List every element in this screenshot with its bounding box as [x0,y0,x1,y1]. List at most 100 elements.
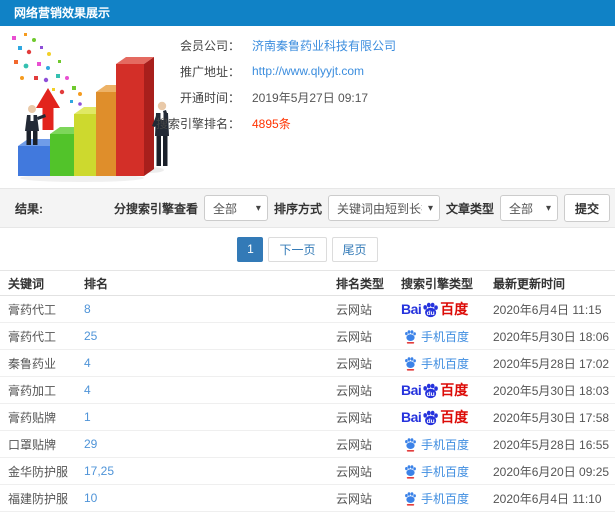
baidu-mobile-logo: 手机百度 [401,355,469,372]
engine-filter-label: 分搜索引擎查看 [113,201,198,216]
rank-type-cell: 云网站 [336,383,373,398]
rank-type-cell: 云网站 [336,491,373,506]
marketing-results-page: 网络营销效果展示 会员公司： 济南秦鲁药业科技有限公司 推广地址： http:/… [0,0,615,520]
next-page-button[interactable]: 下一页 [268,236,327,262]
last-page-button[interactable]: 尾页 [331,236,378,262]
table-row: 膏药贴牌 1 云网站 Bai du 百度 手机百度 2020年5月30日 17:… [0,404,615,431]
rank-link[interactable]: 17,25 [84,464,114,478]
svg-text:du: du [427,417,435,424]
baidu-pc-logo: Bai du 百度 [401,301,469,317]
baidu-mobile-logo: 手机百度 [401,436,469,453]
promo-url-link[interactable]: http://www.qlyyjt.com [252,64,364,78]
result-label: 结果: [15,201,43,216]
open-time-label: 开通时间： [179,90,240,105]
rank-type-cell: 云网站 [336,410,373,425]
filter-controls: 分搜索引擎查看 全部 ▾ 排序方式 关键词由短到长排序 ▾ 文章类型 全部 ▾ … [114,194,610,222]
page-titlebar: 网络营销效果展示 [0,0,615,26]
baidu-mobile-logo: 手机百度 [401,490,469,507]
keyword-cell: 秦鲁药业 [8,356,57,371]
table-header-row: 关键词 排名 排名类型 搜索引擎类型 最新更新时间 [0,270,615,296]
rank-link[interactable]: 8 [84,302,91,316]
rank-link[interactable]: 29 [84,437,97,451]
submit-button[interactable]: 提交 [563,194,610,222]
promo-url-row: 推广地址： http://www.qlyyjt.com [150,58,396,84]
updated-cell: 2020年5月28日 16:55 [493,437,610,452]
engine-logo-cell[interactable]: Bai du 百度 手机百度 [401,328,493,345]
engine-filter-value: 全部 [212,201,237,216]
table-row: 膏药加工 4 云网站 Bai du 百度 手机百度 2020年5月30日 18:… [0,377,615,404]
table-row: 膏药代工 8 云网站 Bai du 百度 手机百度 2020年6月4日 11:1… [0,296,615,323]
baidu-mobile-logo: 手机百度 [401,328,469,345]
updated-cell: 2020年5月30日 18:06 [493,329,610,344]
engine-logo-cell[interactable]: Bai du 百度 手机百度 [401,299,493,319]
header-engine-type: 搜索引擎类型 [401,276,474,291]
baidu-mobile-logo: 手机百度 [401,463,469,480]
rank-type-cell: 云网站 [336,464,373,479]
svg-text:du: du [427,390,435,397]
engine-logo-cell[interactable]: Bai du 百度 手机百度 [401,463,493,480]
rank-type-cell: 云网站 [336,329,373,344]
header-updated: 最新更新时间 [493,276,566,291]
engine-logo-cell[interactable]: Bai du 百度 手机百度 [401,407,493,427]
account-info-section: 会员公司： 济南秦鲁药业科技有限公司 推广地址： http://www.qlyy… [0,26,615,188]
rank-link[interactable]: 4 [84,356,91,370]
table-row: 秦鲁药业 4 云网站 Bai du 百度 手机百度 2020年5月28日 17:… [0,350,615,377]
article-type-label: 文章类型 [445,201,494,216]
page-button-current[interactable]: 1 [237,236,264,262]
rank-link[interactable]: 1 [84,410,91,424]
engine-logo-cell[interactable]: Bai du 百度 手机百度 [401,380,493,400]
engine-logo-cell[interactable]: Bai du 百度 手机百度 [401,436,493,453]
baidu-mobile-paw-icon [405,437,416,452]
account-info-list: 会员公司： 济南秦鲁药业科技有限公司 推广地址： http://www.qlyy… [150,32,396,136]
engine-rank-label: 搜索引擎排名： [155,116,240,131]
page-title: 网络营销效果展示 [14,6,111,20]
engine-logo-cell[interactable]: Bai du 百度 手机百度 [401,490,493,507]
promo-url-label: 推广地址： [179,64,240,79]
keyword-cell: 膏药贴牌 [8,410,57,425]
open-time-row: 开通时间： 2019年5月27日 09:17 [150,84,396,110]
open-time-value: 2019年5月27日 09:17 [252,90,369,105]
up-arrow [36,88,60,130]
baidu-paw-icon: du [423,410,439,425]
svg-text:du: du [427,309,435,316]
baidu-paw-icon: du [423,302,439,317]
baidu-mobile-paw-icon [405,491,416,506]
filter-bar: 结果: 分搜索引擎查看 全部 ▾ 排序方式 关键词由短到长排序 ▾ 文章类型 全… [0,188,615,228]
sort-filter-label: 排序方式 [273,201,322,216]
chevron-down-icon: ▾ [255,202,261,214]
engine-filter-select[interactable]: 全部 ▾ [203,195,268,221]
updated-cell: 2020年5月30日 18:03 [493,383,610,398]
baidu-mobile-paw-icon [405,464,416,479]
pagination: 1 下一页 尾页 [0,228,615,270]
rank-link[interactable]: 10 [84,491,97,505]
header-keyword: 关键词 [8,276,45,291]
chevron-down-icon: ▾ [427,202,433,214]
sort-filter-select[interactable]: 关键词由短到长排序 ▾ [327,195,440,221]
keyword-cell: 膏药代工 [8,302,57,317]
updated-cell: 2020年5月28日 17:02 [493,356,610,371]
updated-cell: 2020年6月20日 09:25 [493,464,610,479]
updated-cell: 2020年5月30日 17:58 [493,410,610,425]
article-type-select[interactable]: 全部 ▾ [499,195,558,221]
engine-rank-count: 4895条 [252,116,291,131]
chevron-down-icon: ▾ [545,202,551,214]
member-company-link[interactable]: 济南秦鲁药业科技有限公司 [252,37,396,54]
rank-link[interactable]: 4 [84,383,91,397]
updated-cell: 2020年6月4日 11:15 [493,302,602,317]
updated-cell: 2020年6月4日 11:10 [493,491,602,506]
baidu-mobile-paw-icon [405,329,416,344]
header-rank: 排名 [84,276,109,291]
rank-type-cell: 云网站 [336,356,373,371]
keyword-cell: 口罩贴牌 [8,437,57,452]
table-row: 口罩贴牌 29 云网站 Bai du 百度 手机百度 2020年5月28日 16… [0,431,615,458]
keyword-cell: 膏药加工 [8,383,57,398]
rank-type-cell: 云网站 [336,437,373,452]
keyword-cell: 福建防护服 [8,491,69,506]
baidu-pc-logo: Bai du 百度 [401,382,469,398]
next-row-partial [0,512,615,520]
baidu-pc-logo: Bai du 百度 [401,409,469,425]
engine-logo-cell[interactable]: Bai du 百度 手机百度 [401,355,493,372]
rank-link[interactable]: 25 [84,329,97,343]
keyword-cell: 金华防护服 [8,464,69,479]
sort-filter-value: 关键词由短到长排序 [336,201,422,216]
